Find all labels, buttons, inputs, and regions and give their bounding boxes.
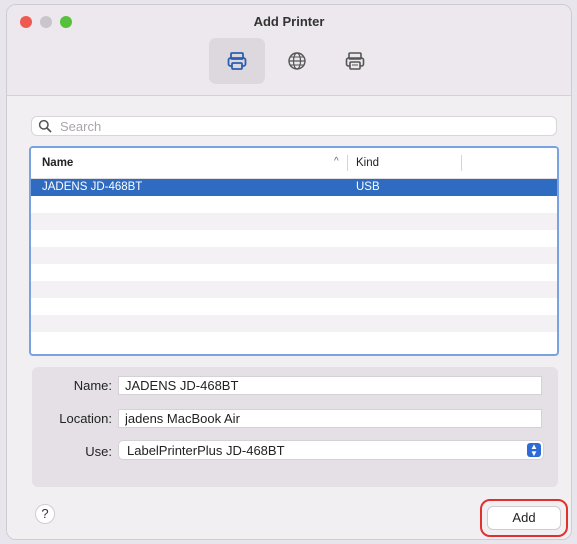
column-header-kind[interactable]: Kind [356,157,379,169]
globe-icon [288,52,306,70]
column-header-name[interactable]: Name [42,157,73,169]
add-printer-window: Add Printer Search Name ^ Kind JADENS JD… [6,4,572,540]
search-icon [38,119,52,133]
name-label: Name: [73,378,112,393]
name-field[interactable] [118,376,542,395]
window-title: Add Printer [253,14,325,29]
table-row-empty [31,247,557,264]
column-divider[interactable] [347,155,348,171]
search-field[interactable] [31,116,557,136]
use-label: Use: [85,444,112,459]
printer-kind-cell: USB [356,181,380,193]
table-rows: JADENS JD-468BT USB [31,179,557,349]
add-button[interactable]: Add [487,506,561,530]
table-header: Name ^ Kind [31,148,557,179]
search-input[interactable] [58,117,542,135]
windows-printers-tab[interactable] [327,38,383,84]
ip-printers-tab[interactable] [269,38,325,84]
window-content: Name ^ Kind JADENS JD-468BT USB [7,96,571,539]
table-row-empty [31,230,557,247]
location-label: Location: [59,411,112,426]
chevron-up-down-icon: ▲ ▼ [527,443,541,458]
windows-printer-icon [345,52,365,70]
table-row-empty [31,281,557,298]
printer-icon [227,52,247,70]
title-bar: Add Printer [7,5,571,96]
table-row-selected[interactable]: JADENS JD-468BT USB [31,179,557,196]
table-row-empty [31,298,557,315]
table-row-empty [31,264,557,281]
default-printers-tab[interactable] [209,38,265,84]
column-divider[interactable] [461,155,462,171]
printer-details-panel: Name: Location: Use: LabelPrinterPlus JD… [32,367,558,487]
printer-list[interactable]: Name ^ Kind JADENS JD-468BT USB [29,146,559,356]
table-row-empty [31,315,557,332]
printer-name-cell: JADENS JD-468BT [42,181,143,193]
help-button[interactable]: ? [35,504,55,524]
table-row-empty [31,332,557,349]
use-driver-value: LabelPrinterPlus JD-468BT [127,443,285,458]
sort-ascending-icon: ^ [334,156,339,167]
table-row-empty [31,213,557,230]
table-row-empty [31,196,557,213]
location-field[interactable] [118,409,542,428]
use-driver-select[interactable]: LabelPrinterPlus JD-468BT ▲ ▼ [118,440,544,460]
